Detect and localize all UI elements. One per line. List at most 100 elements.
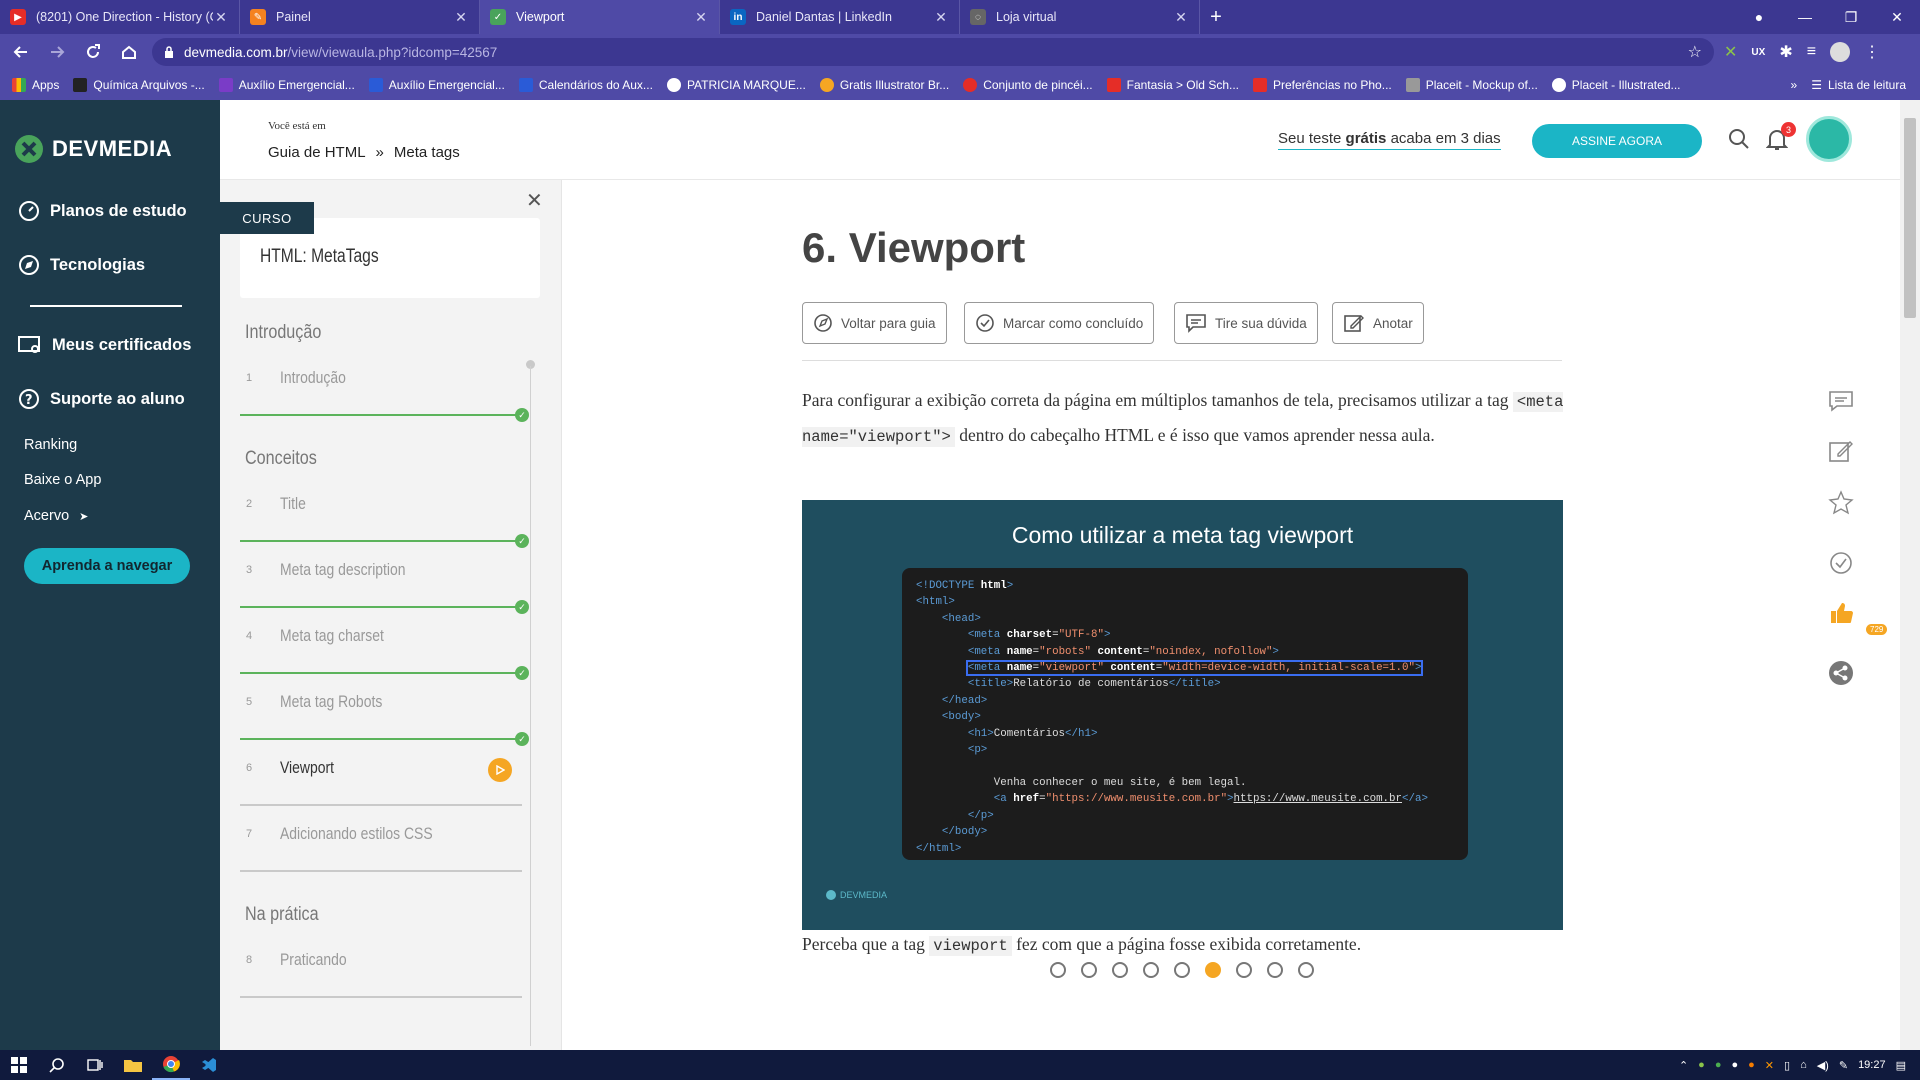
devmedia-logo[interactable]: DEVMEDIA <box>14 134 172 164</box>
tab-close-icon[interactable]: ✕ <box>933 9 949 26</box>
reload-button[interactable] <box>78 37 108 67</box>
pen-icon[interactable]: ✎ <box>1839 1059 1848 1072</box>
pagination-dot-3[interactable] <box>1112 962 1128 978</box>
pagination-dot-7[interactable] <box>1236 962 1252 978</box>
share-icon[interactable] <box>1828 660 1854 691</box>
lesson-item[interactable]: 2 Title ✓ <box>240 478 529 548</box>
bookmark-item[interactable]: Fantasia > Old Sch... <box>1106 78 1239 92</box>
tray-app-icon[interactable]: ● <box>1731 1059 1738 1071</box>
minimize-button[interactable]: — <box>1782 0 1828 34</box>
extension-icon[interactable]: ✕ <box>1724 42 1737 62</box>
star-icon[interactable]: ☆ <box>1688 42 1702 62</box>
scrollbar-thumb[interactable] <box>1904 118 1916 318</box>
browser-tab-2[interactable]: ✎ Painel ✕ <box>240 0 480 34</box>
network-icon[interactable]: ⌂ <box>1800 1059 1807 1071</box>
mark-complete-button[interactable]: Marcar como concluído <box>964 302 1155 344</box>
tab-close-icon[interactable]: ✕ <box>1173 9 1189 26</box>
chevron-up-icon[interactable]: ⌃ <box>1679 1059 1688 1072</box>
volume-icon[interactable]: ◀) <box>1817 1059 1829 1072</box>
reading-list-button[interactable]: ☰ Lista de leitura <box>1811 78 1906 92</box>
search-icon[interactable] <box>38 1050 76 1080</box>
lesson-slide[interactable]: Como utilizar a meta tag viewport <!DOCT… <box>802 500 1563 930</box>
panel-scroll-track[interactable] <box>530 366 531 1046</box>
restore-button[interactable]: ❐ <box>1828 0 1874 34</box>
breadcrumb-guide-link[interactable]: Guia de HTML <box>268 144 366 161</box>
pagination-dot-2[interactable] <box>1081 962 1097 978</box>
sidebar-item-planos[interactable]: Planos de estudo <box>18 200 187 222</box>
chrome-icon[interactable] <box>152 1050 190 1080</box>
notifications-icon[interactable]: ▤ <box>1896 1059 1906 1072</box>
bookmark-item[interactable]: PATRICIA MARQUE... <box>666 78 806 92</box>
sidebar-item-certificados[interactable]: Meus certificados <box>18 334 191 356</box>
bookmark-item[interactable]: Placeit - Illustrated... <box>1551 78 1681 92</box>
back-to-guide-button[interactable]: Voltar para guia <box>802 302 947 344</box>
user-avatar[interactable] <box>1806 116 1852 162</box>
sidebar-link-app[interactable]: Baixe o App <box>24 472 101 488</box>
bookmark-item[interactable]: Placeit - Mockup of... <box>1405 78 1538 92</box>
puzzle-icon[interactable]: ✱ <box>1779 42 1792 62</box>
bookmark-item[interactable]: Química Arquivos -... <box>73 78 205 92</box>
thumbs-up-icon[interactable] <box>1828 600 1854 631</box>
windows-start-icon[interactable] <box>0 1050 38 1080</box>
check-circle-icon[interactable] <box>1828 550 1854 581</box>
browser-tab-4[interactable]: in Daniel Dantas | LinkedIn ✕ <box>720 0 960 34</box>
bookmark-item[interactable]: Conjunto de pincéi... <box>963 78 1093 92</box>
bookmark-item[interactable]: Auxílio Emergencial... <box>218 78 355 92</box>
tray-app-icon[interactable]: ● <box>1698 1059 1705 1071</box>
pagination-dot-9[interactable] <box>1298 962 1314 978</box>
back-button[interactable] <box>6 37 36 67</box>
tab-close-icon[interactable]: ✕ <box>213 9 229 26</box>
ux-extension-icon[interactable]: UX <box>1751 47 1765 58</box>
bookmark-item[interactable]: Auxílio Emergencial... <box>368 78 505 92</box>
tray-app-icon[interactable]: ● <box>1748 1059 1755 1071</box>
sidebar-link-ranking[interactable]: Ranking <box>24 437 77 453</box>
sidebar-item-tecnologias[interactable]: Tecnologias <box>18 254 145 276</box>
task-view-icon[interactable] <box>76 1050 114 1080</box>
battery-icon[interactable]: ▯ <box>1784 1059 1790 1072</box>
ask-question-button[interactable]: Tire sua dúvida <box>1174 302 1318 344</box>
learn-navigate-button[interactable]: Aprenda a navegar <box>24 548 190 584</box>
reading-mode-icon[interactable]: ≡ <box>1807 43 1816 61</box>
browser-tab-3[interactable]: ✓ Viewport ✕ <box>480 0 720 34</box>
trial-notice-link[interactable]: Seu teste grátis acaba em 3 dias <box>1278 130 1501 150</box>
lesson-item[interactable]: 7 Adicionando estilos CSS <box>240 808 522 872</box>
page-scrollbar[interactable] <box>1900 100 1920 1050</box>
lesson-item[interactable]: 5 Meta tag Robots ✓ <box>240 676 529 746</box>
sidebar-item-suporte[interactable]: ? Suporte ao aluno <box>18 388 185 410</box>
bookmark-item[interactable]: Gratis Illustrator Br... <box>819 78 949 92</box>
bookmark-item[interactable]: Calendários do Aux... <box>518 78 653 92</box>
comment-icon[interactable] <box>1828 390 1854 417</box>
profile-avatar-icon[interactable] <box>1830 42 1851 62</box>
tray-app-icon[interactable]: ✕ <box>1765 1059 1774 1072</box>
subscribe-button[interactable]: ASSINE AGORA <box>1532 124 1702 158</box>
clock[interactable]: 19:27 <box>1858 1059 1886 1071</box>
address-bar[interactable]: devmedia.com.br/view/viewaula.php?idcomp… <box>152 38 1714 66</box>
tab-close-icon[interactable]: ✕ <box>453 9 469 26</box>
bookmark-item[interactable]: Preferências no Pho... <box>1253 78 1392 92</box>
pagination-dot-4[interactable] <box>1143 962 1159 978</box>
pagination-dot-1[interactable] <box>1050 962 1066 978</box>
vscode-icon[interactable] <box>190 1050 228 1080</box>
file-explorer-icon[interactable] <box>114 1050 152 1080</box>
close-window-button[interactable]: ✕ <box>1874 0 1920 34</box>
pagination-dot-5[interactable] <box>1174 962 1190 978</box>
close-panel-icon[interactable]: ✕ <box>526 188 543 213</box>
kebab-menu-icon[interactable]: ⋮ <box>1864 42 1880 62</box>
lesson-item-current[interactable]: 6 Viewport <box>240 742 522 806</box>
star-icon[interactable] <box>1828 490 1854 521</box>
tab-close-icon[interactable]: ✕ <box>693 9 709 26</box>
home-button[interactable] <box>114 37 144 67</box>
search-icon[interactable] <box>1728 128 1750 155</box>
take-note-button[interactable]: Anotar <box>1332 302 1424 344</box>
edit-icon[interactable] <box>1828 438 1854 469</box>
tray-app-icon[interactable]: ● <box>1715 1059 1722 1071</box>
new-tab-button[interactable]: + <box>1200 0 1232 34</box>
lesson-item[interactable]: 8 Praticando <box>240 934 522 998</box>
forward-button[interactable] <box>42 37 72 67</box>
lesson-item[interactable]: 1 Introdução ✓ <box>240 352 529 422</box>
browser-tab-1[interactable]: ▶ (8201) One Direction - History (C ✕ <box>0 0 240 34</box>
bookmarks-overflow-button[interactable]: » <box>1791 78 1798 92</box>
lesson-item[interactable]: 4 Meta tag charset ✓ <box>240 610 529 680</box>
bookmark-apps[interactable]: Apps <box>12 78 59 92</box>
profile-menu-icon[interactable]: ● <box>1736 0 1782 34</box>
